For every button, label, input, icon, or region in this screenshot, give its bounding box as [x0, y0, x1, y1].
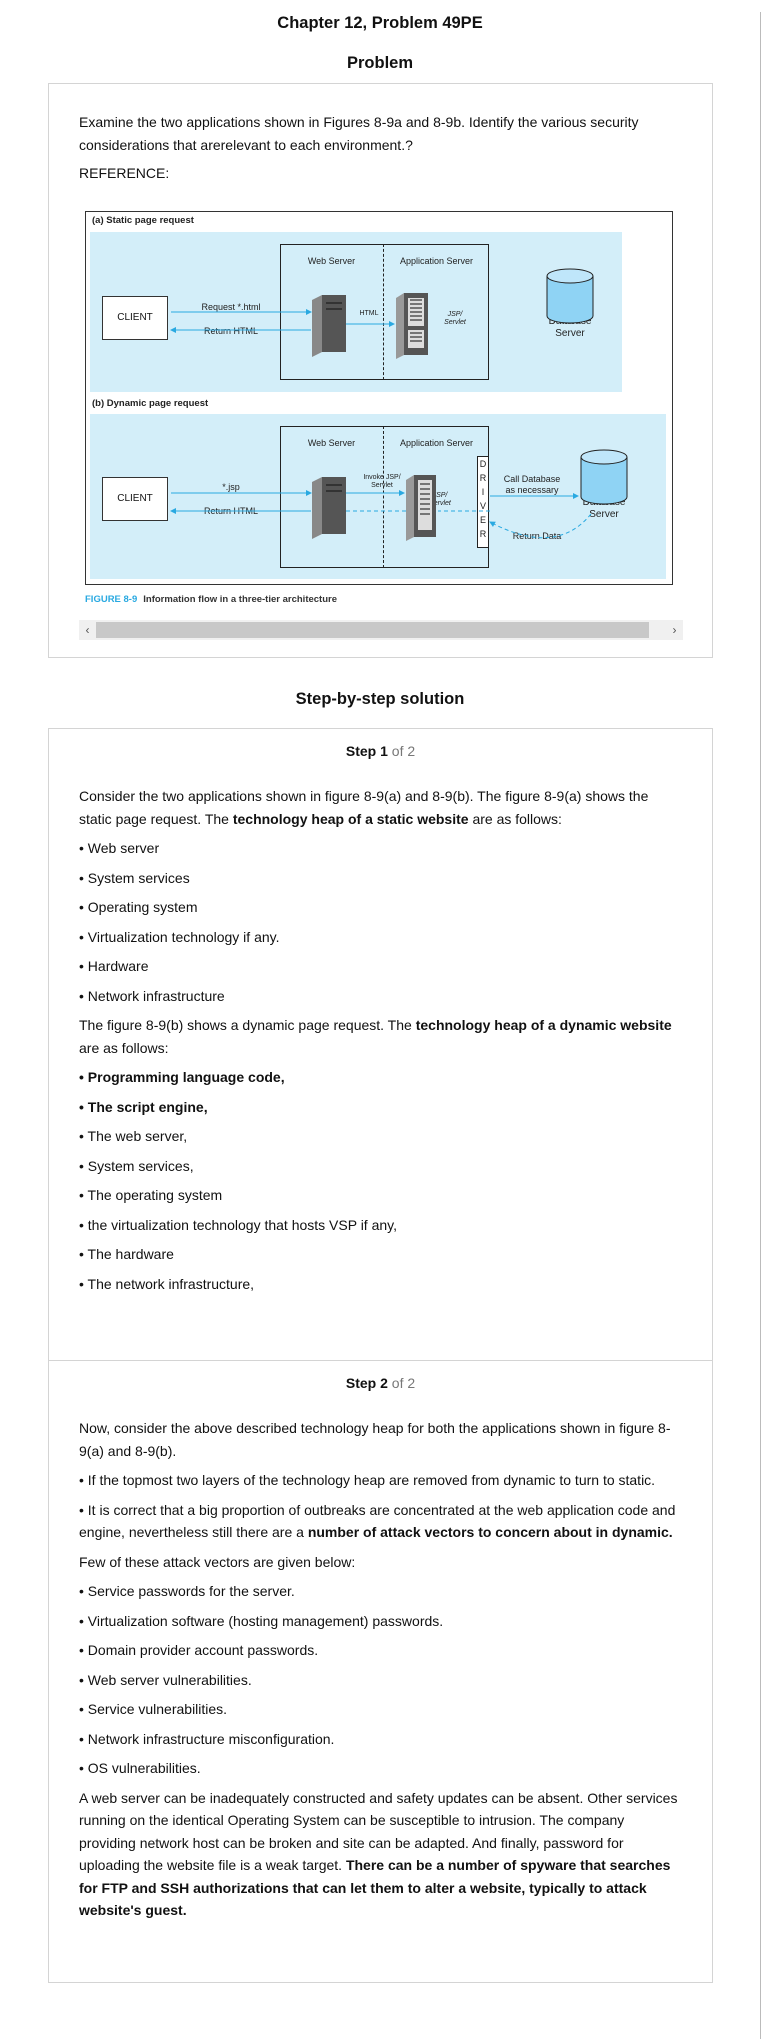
panel-b-label: (b) Dynamic page request: [92, 398, 209, 409]
step-1: Step 1 of 2 Consider the two application…: [49, 741, 712, 1361]
web-server-label-b: Web Server: [307, 438, 356, 448]
step-2: Step 2 of 2 Now, consider the above desc…: [49, 1373, 712, 1922]
app-server-label-b: Application Server: [399, 438, 474, 448]
problem-heading: Problem: [346, 54, 414, 72]
dynamic-item: • Programming language code,: [79, 1069, 285, 1085]
figure-caption: FIGURE 8-9 Information flow in a three-ti…: [85, 594, 337, 605]
dynamic-item: • The script engine,: [79, 1098, 208, 1115]
step-2-word: Step: [345, 1375, 377, 1391]
problem-card: Examine the two applications shown in Fi…: [48, 83, 713, 658]
solution-heading: Step-by-step solution: [295, 690, 465, 708]
dynamic-item: • The hardware: [79, 1246, 174, 1262]
servlet-label-b: Servlet: [429, 500, 451, 507]
figure-8-9: (a) Static page request (b) Dynamic page…: [85, 211, 673, 585]
client-box-a: CLIENT: [102, 296, 168, 340]
app-server-label-a: Application Server: [399, 256, 474, 266]
step-2-header: Step 2 of 2: [79, 1373, 682, 1393]
dynamic-item: • The operating system: [79, 1187, 223, 1203]
attack-vector: • Service vulnerabilities.: [79, 1701, 228, 1717]
driver-letter-1: D: [479, 459, 487, 469]
attack-vector: • Service passwords for the server.: [79, 1583, 295, 1599]
dynamic-item: • The network infrastructure,: [79, 1275, 255, 1292]
database-server-label-a: Server: [555, 328, 585, 339]
page-title: Chapter 12, Problem 49PE: [277, 14, 483, 32]
step-2-total: of 2: [391, 1375, 416, 1391]
html-label: HTML: [359, 310, 379, 317]
static-item: • System services: [79, 869, 190, 886]
static-item: • Virtualization technology if any.: [79, 928, 280, 945]
attack-vector: • OS vulnerabilities.: [79, 1760, 201, 1776]
step-1-word: Step: [345, 743, 377, 759]
step-2-conclusion: A web server can be inadequately constru…: [79, 1789, 678, 1919]
return-data-label: Return Data: [512, 531, 562, 541]
as-necessary-label: as necessary: [505, 485, 559, 495]
invoke-jsp-label: Invoke JSP/: [363, 474, 401, 481]
database-label-b: Database: [582, 497, 626, 508]
request-jsp-label: *.jsp: [222, 482, 240, 492]
driver-letter-3: I: [481, 487, 485, 497]
jsp-label-a: JSP/: [447, 311, 463, 318]
dynamic-item: • The web server,: [79, 1128, 188, 1144]
attack-vector: • Network infrastructure misconfiguratio…: [79, 1730, 335, 1747]
solution-card: Step 1 of 2 Consider the two application…: [48, 728, 713, 1983]
scroll-left-arrow[interactable]: ‹: [79, 620, 96, 640]
step-2-point: • It is correct that a big proportion of…: [79, 1501, 676, 1541]
attack-vector: • Virtualization software (hosting manag…: [79, 1612, 444, 1629]
dynamic-item: • System services,: [79, 1157, 194, 1174]
step-1-intro: Consider the two applications shown in f…: [79, 788, 649, 827]
request-html-label: Request *.html: [201, 302, 261, 312]
step-1-header: Step 1 of 2: [79, 741, 682, 761]
step-2-intro: Now, consider the above described techno…: [79, 1420, 671, 1459]
client-box-b: CLIENT: [102, 477, 168, 521]
database-server-label-b: Server: [589, 509, 619, 520]
driver-letter-5: E: [479, 515, 486, 525]
servlet-label-a: Servlet: [444, 319, 466, 326]
driver-letter-6: R: [479, 529, 487, 539]
driver-letter-4: V: [479, 501, 486, 511]
static-item: • Web server: [79, 840, 160, 856]
web-server-label-a: Web Server: [307, 256, 356, 266]
attack-vector: • Web server vulnerabilities.: [79, 1671, 252, 1688]
driver-letter-2: R: [479, 473, 487, 483]
step-2-number: 2: [380, 1375, 388, 1391]
database-label-a: Database: [548, 316, 592, 327]
return-html-label-a: Return HTML: [203, 326, 258, 336]
call-database-label: Call Database: [503, 474, 561, 484]
panel-a-label: (a) Static page request: [92, 215, 194, 226]
figure-caption-number: FIGURE 8-9: [85, 594, 138, 605]
return-html-label-b: Return HTML: [203, 506, 258, 516]
invoke-servlet-label: Servlet: [371, 482, 393, 489]
reference-label: REFERENCE:: [79, 165, 170, 181]
scroll-thumb[interactable]: [96, 622, 649, 638]
step-1-dynamic-intro: The figure 8-9(b) shows a dynamic page r…: [79, 1017, 672, 1056]
horizontal-scrollbar[interactable]: ‹ ›: [79, 620, 683, 640]
figure-caption-text: Information flow in a three-tier archite…: [143, 594, 337, 605]
static-item: • Hardware: [79, 958, 149, 974]
jsp-label-b: JSP/: [432, 492, 448, 499]
static-item: • Operating system: [79, 899, 198, 915]
problem-text: Examine the two applications shown in Fi…: [79, 114, 639, 153]
attack-vector: • Domain provider account passwords.: [79, 1642, 319, 1658]
static-item: • Network infrastructure: [79, 987, 225, 1004]
step-1-total: of 2: [391, 743, 416, 759]
attack-vectors-intro: Few of these attack vectors are given be…: [79, 1553, 356, 1570]
step-1-number: 1: [380, 743, 388, 759]
step-2-point: • If the topmost two layers of the techn…: [79, 1472, 656, 1488]
dynamic-item: • the virtualization technology that hos…: [79, 1216, 398, 1233]
scroll-right-arrow[interactable]: ›: [666, 620, 683, 640]
